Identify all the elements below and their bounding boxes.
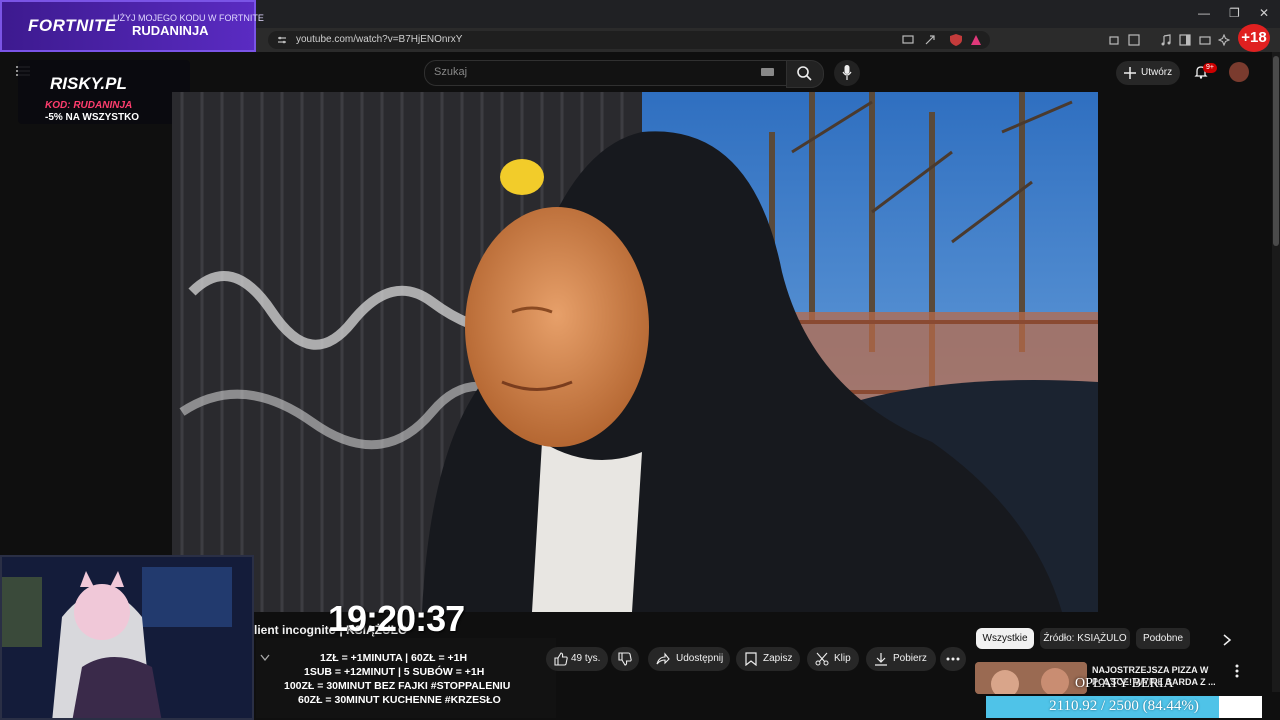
share-page-icon[interactable] (924, 34, 936, 46)
rule-line: 1ZŁ = +1MINUTA | 60ZŁ = +1H (320, 652, 468, 664)
chip-related[interactable]: Podobne (1136, 628, 1190, 649)
video-player[interactable] (172, 92, 1098, 612)
search-placeholder: Szukaj (434, 66, 468, 78)
keyboard-icon[interactable] (761, 68, 774, 76)
search-input[interactable] (424, 60, 788, 86)
create-label[interactable]: Utwórz (1141, 67, 1172, 78)
voice-search-button[interactable] (834, 60, 860, 86)
save-label: Zapisz (763, 653, 793, 664)
clip-label: Klip (834, 653, 851, 664)
webcam-image (2, 557, 252, 718)
risky-discount: -5% NA WSZYSTKO (45, 112, 140, 123)
streamer-webcam (0, 555, 254, 720)
rule-line: 100ZŁ = 30MINUT BEZ FAJKI #STOPPALENIU (284, 680, 511, 692)
chip-all[interactable]: Wszystkie (976, 628, 1034, 649)
dislike-button[interactable] (611, 647, 639, 671)
share-button[interactable]: Udostępnij (648, 647, 730, 671)
screenshot-icon[interactable] (1128, 34, 1140, 46)
sidebar-toggle-icon[interactable] (1179, 34, 1191, 46)
plus-icon (1124, 67, 1136, 79)
wallet-icon[interactable] (1199, 34, 1211, 46)
download-icon (875, 653, 887, 666)
recommendation-thumbnail[interactable] (975, 662, 1087, 694)
search-icon (797, 66, 812, 81)
video-frame-image (172, 92, 1098, 612)
media-control-icon[interactable] (1160, 34, 1172, 46)
extension-shield-icon[interactable] (949, 33, 963, 47)
clip-button[interactable]: Klip (807, 647, 859, 671)
like-count: 49 tys. (571, 653, 601, 664)
restore-icon[interactable]: ❐ (1229, 6, 1240, 20)
search-button[interactable] (786, 60, 824, 88)
site-info-icon[interactable] (277, 35, 287, 45)
share-arrow-icon (656, 652, 670, 665)
thumbs-up-icon (554, 652, 568, 666)
bookmark-icon (745, 652, 757, 666)
chip-source[interactable]: Źródło: KSIĄŻULO (1040, 628, 1130, 649)
save-button[interactable]: Zapisz (736, 647, 800, 671)
recommendation-thumbnail-image (975, 662, 1087, 694)
close-icon[interactable]: ✕ (1259, 6, 1269, 20)
url-text[interactable]: youtube.com/watch?v=B7HjENOnrxY (296, 34, 462, 45)
risky-code: KOD: RUDANINJA (45, 100, 133, 111)
risky-logo: RISKY.PL (50, 74, 127, 93)
notifications-count-badge: 9+ (1203, 63, 1217, 73)
like-button[interactable]: 49 tys. (546, 647, 608, 671)
scrollbar-thumb[interactable] (1273, 56, 1279, 246)
scissors-icon (815, 652, 829, 666)
chevron-right-icon[interactable] (1222, 634, 1232, 646)
fortnite-logo: FORTNITE (28, 16, 117, 35)
donation-rules-box: 1ZŁ = +1MINUTA | 60ZŁ = +1H 1SUB = +12MI… (256, 638, 556, 718)
thumbs-down-icon (618, 652, 632, 666)
fortnite-subtitle: UŻYJ MOJEGO KODU W FORTNITE (113, 13, 264, 23)
fortnite-code-name: RUDANINJA (132, 23, 209, 38)
account-avatar[interactable] (1229, 62, 1249, 82)
rule-line: 1SUB = +12MINUT | 5 SUBÓW = +1H (304, 666, 485, 678)
more-actions-button[interactable] (940, 647, 966, 671)
more-vertical-icon[interactable] (1235, 664, 1239, 678)
download-button[interactable]: Pobierz (866, 647, 936, 671)
install-app-icon[interactable] (902, 34, 914, 46)
goal-label: OPŁATY BERIA (1075, 676, 1174, 691)
rule-line: 60ZŁ = 30MINUT KUCHENNE #KRZESŁO (298, 694, 501, 706)
share-label: Udostępnij (676, 653, 724, 664)
stream-clock: 19:20:37 (328, 598, 465, 639)
microphone-icon (842, 65, 852, 80)
extensions-puzzle-icon[interactable] (1108, 34, 1120, 46)
more-horizontal-icon (946, 657, 960, 661)
chevron-down-icon[interactable] (260, 654, 270, 662)
extension-triangle-icon[interactable] (970, 34, 982, 46)
copilot-icon[interactable] (1218, 34, 1230, 46)
donation-goal-text: 2110.92 / 2500 (84.44%) (1049, 698, 1199, 714)
download-label: Pobierz (893, 653, 927, 664)
age-rating-badge: +18 (1238, 24, 1270, 52)
minimize-icon[interactable]: — (1198, 6, 1210, 20)
